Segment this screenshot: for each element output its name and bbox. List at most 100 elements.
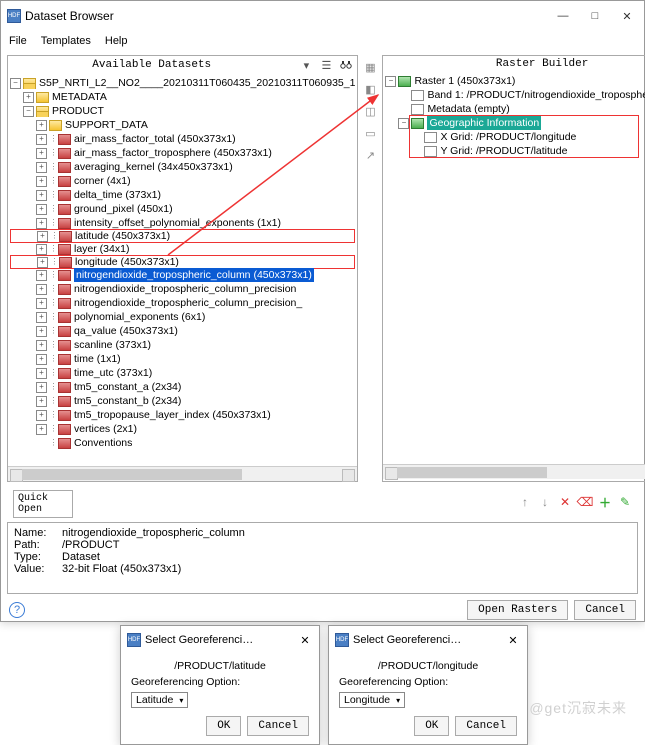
link-icon[interactable]: ↗ bbox=[362, 147, 378, 163]
close-icon[interactable]: ✕ bbox=[297, 632, 313, 648]
tree-root[interactable]: S5P_NRTI_L2__NO2____20210311T060435_2021… bbox=[39, 76, 355, 90]
expand-icon[interactable]: + bbox=[36, 176, 47, 187]
arrow-down-icon[interactable]: ↓ bbox=[538, 495, 552, 509]
menu-help[interactable]: Help bbox=[105, 35, 128, 47]
menu-templates[interactable]: Templates bbox=[41, 35, 91, 47]
expand-icon[interactable]: + bbox=[36, 368, 47, 379]
ok-button[interactable]: OK bbox=[414, 716, 449, 736]
tree-item[interactable]: time_utc (373x1) bbox=[74, 366, 152, 380]
tree-item[interactable]: corner (4x1) bbox=[74, 174, 131, 188]
georef-select[interactable]: Longitude▾ bbox=[339, 692, 405, 708]
expand-icon[interactable]: − bbox=[385, 76, 396, 87]
dataset-icon bbox=[58, 312, 71, 323]
metadata-node[interactable]: Metadata (empty) bbox=[427, 102, 509, 116]
expand-icon[interactable]: + bbox=[36, 424, 47, 435]
expand-icon[interactable]: + bbox=[36, 162, 47, 173]
cancel-button[interactable]: Cancel bbox=[574, 600, 636, 620]
band-node[interactable]: Band 1: /PRODUCT/nitrogendioxide_troposp… bbox=[427, 88, 645, 102]
select-value: Latitude bbox=[136, 694, 173, 706]
maximize-button[interactable]: □ bbox=[588, 9, 602, 23]
expand-icon[interactable]: + bbox=[36, 218, 47, 229]
scrollbar-horizontal[interactable] bbox=[383, 464, 645, 479]
close-button[interactable]: ✕ bbox=[620, 9, 634, 23]
expand-icon[interactable]: − bbox=[10, 78, 21, 89]
expand-icon[interactable]: + bbox=[36, 134, 47, 145]
georef-select[interactable]: Latitude▾ bbox=[131, 692, 188, 708]
tree-no2-selected[interactable]: nitrogendioxide_tropospheric_column (450… bbox=[74, 268, 314, 282]
tree-item[interactable]: nitrogendioxide_tropospheric_column_prec… bbox=[74, 296, 302, 310]
dialog-titlebar: HDF Select Georeferenci… ✕ bbox=[329, 626, 527, 654]
tree-item[interactable]: qa_value (450x373x1) bbox=[74, 324, 178, 338]
tree-item[interactable]: nitrogendioxide_tropospheric_column_prec… bbox=[74, 282, 296, 296]
expand-icon[interactable]: + bbox=[36, 298, 47, 309]
expand-icon[interactable]: + bbox=[36, 244, 47, 255]
menu-file[interactable]: File bbox=[9, 35, 27, 47]
tree-item[interactable]: tm5_constant_b (2x34) bbox=[74, 394, 181, 408]
clear-icon[interactable]: ⌫ bbox=[578, 495, 592, 509]
expand-icon[interactable]: − bbox=[23, 106, 34, 117]
expand-icon[interactable]: + bbox=[37, 257, 48, 268]
tree-item[interactable]: averaging_kernel (34x450x373x1) bbox=[74, 160, 233, 174]
tree-metadata[interactable]: METADATA bbox=[52, 90, 107, 104]
close-icon[interactable]: ✕ bbox=[505, 632, 521, 648]
expand-icon[interactable]: + bbox=[37, 231, 48, 242]
raster-node[interactable]: Raster 1 (450x373x1) bbox=[414, 74, 515, 88]
tree-item[interactable]: Conventions bbox=[74, 436, 132, 450]
dataset-icon bbox=[58, 218, 71, 229]
layers-icon[interactable]: ▭ bbox=[362, 125, 378, 141]
scrollbar-horizontal[interactable] bbox=[8, 466, 357, 481]
expand-icon[interactable]: + bbox=[36, 354, 47, 365]
expand-icon[interactable]: + bbox=[36, 284, 47, 295]
dataset-icon bbox=[58, 298, 71, 309]
binoculars-icon[interactable] bbox=[339, 58, 353, 72]
tree-item[interactable]: air_mass_factor_troposphere (450x373x1) bbox=[74, 146, 272, 160]
tree-item[interactable]: polynomial_exponents (6x1) bbox=[74, 310, 205, 324]
dataset-icon bbox=[59, 231, 72, 242]
datasets-tree[interactable]: − S5P_NRTI_L2__NO2____20210311T060435_202… bbox=[8, 74, 357, 466]
expand-icon[interactable]: + bbox=[36, 382, 47, 393]
quick-open-button[interactable]: Quick Open bbox=[13, 490, 73, 518]
tree-item[interactable]: ground_pixel (450x1) bbox=[74, 202, 173, 216]
arrow-up-icon[interactable]: ↑ bbox=[518, 495, 532, 509]
minimize-button[interactable]: — bbox=[556, 9, 570, 23]
side-toolbar: ▦ ◧ ◫ ▭ ↗ bbox=[362, 55, 378, 482]
expand-icon[interactable]: + bbox=[36, 190, 47, 201]
chart-icon[interactable]: ◫ bbox=[362, 103, 378, 119]
expand-icon[interactable]: + bbox=[36, 204, 47, 215]
georef-option-label: Georeferencing Option: bbox=[339, 676, 517, 688]
tree-item[interactable]: air_mass_factor_total (450x373x1) bbox=[74, 132, 236, 146]
open-rasters-button[interactable]: Open Rasters bbox=[467, 600, 568, 620]
expand-icon[interactable]: + bbox=[36, 340, 47, 351]
expand-icon[interactable]: + bbox=[36, 148, 47, 159]
delete-icon[interactable]: ✕ bbox=[558, 495, 572, 509]
tree-item[interactable]: vertices (2x1) bbox=[74, 422, 137, 436]
filter-icon[interactable]: ☰ bbox=[319, 58, 333, 72]
expand-icon[interactable]: − bbox=[398, 118, 409, 129]
expand-icon[interactable]: + bbox=[36, 326, 47, 337]
table-icon[interactable]: ▦ bbox=[362, 59, 378, 75]
watermark: @get沉寂未来 bbox=[529, 698, 627, 718]
expand-icon[interactable]: + bbox=[23, 92, 34, 103]
cancel-button[interactable]: Cancel bbox=[455, 716, 517, 736]
cancel-button[interactable]: Cancel bbox=[247, 716, 309, 736]
tree-item[interactable]: tm5_tropopause_layer_index (450x373x1) bbox=[74, 408, 271, 422]
map-icon[interactable]: ◧ bbox=[362, 81, 378, 97]
help-icon[interactable]: ? bbox=[9, 602, 25, 618]
collapse-all-icon[interactable]: ▾ bbox=[299, 58, 313, 72]
expand-icon[interactable]: + bbox=[36, 120, 47, 131]
expand-icon[interactable]: + bbox=[36, 312, 47, 323]
expand-icon[interactable]: + bbox=[36, 410, 47, 421]
tree-support[interactable]: SUPPORT_DATA bbox=[65, 118, 148, 132]
cube-icon bbox=[398, 76, 411, 87]
raster-tree[interactable]: − Raster 1 (450x373x1) Band 1: /PRODUCT/n… bbox=[383, 72, 645, 464]
add-icon[interactable]: ＋ bbox=[598, 495, 612, 509]
tree-item[interactable]: tm5_constant_a (2x34) bbox=[74, 380, 181, 394]
expand-icon[interactable]: + bbox=[36, 396, 47, 407]
tree-product[interactable]: PRODUCT bbox=[52, 104, 104, 118]
expand-icon[interactable]: + bbox=[36, 270, 47, 281]
edit-icon[interactable]: ✎ bbox=[618, 495, 632, 509]
tree-item[interactable]: scanline (373x1) bbox=[74, 338, 151, 352]
ok-button[interactable]: OK bbox=[206, 716, 241, 736]
tree-item[interactable]: delta_time (373x1) bbox=[74, 188, 161, 202]
tree-item[interactable]: time (1x1) bbox=[74, 352, 121, 366]
